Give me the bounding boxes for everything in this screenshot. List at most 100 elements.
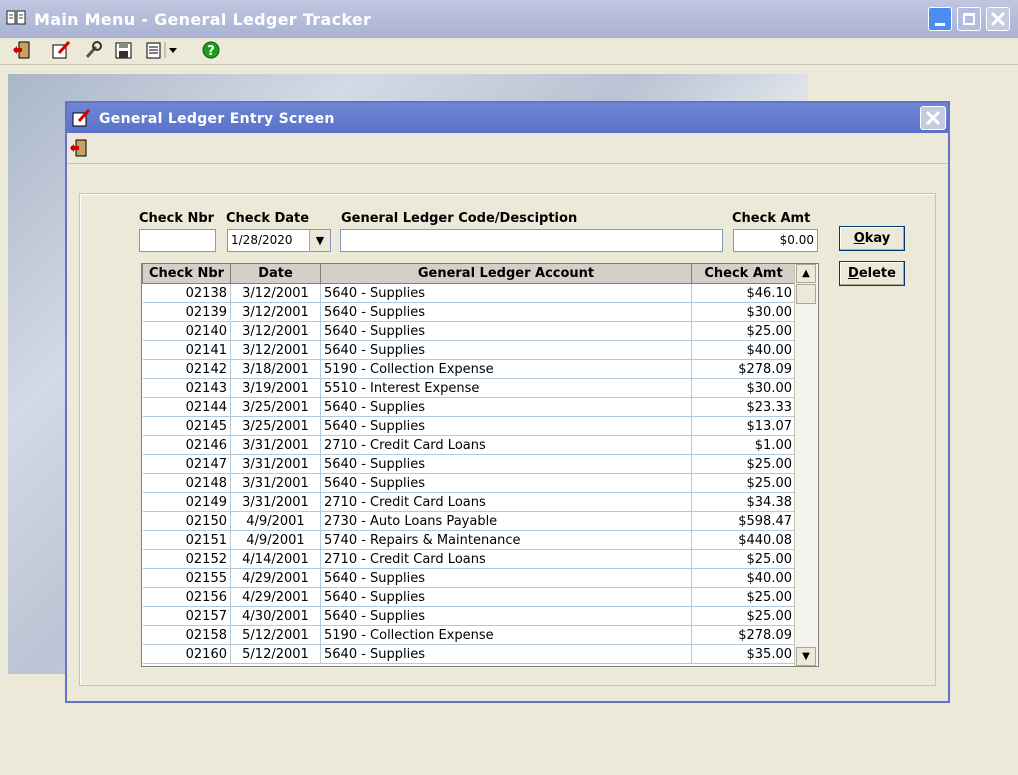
table-row[interactable]: 02140 3/12/2001 5640 - Supplies $25.00 bbox=[142, 321, 796, 341]
table-row[interactable]: 02156 4/29/2001 5640 - Supplies $25.00 bbox=[142, 587, 796, 607]
table-cell: 5/12/2001 bbox=[230, 625, 321, 645]
ledger-book-icon bbox=[6, 10, 26, 25]
table-cell: 5/12/2001 bbox=[230, 644, 321, 664]
table-cell: 02148 bbox=[142, 473, 231, 493]
table-row[interactable]: 02143 3/19/2001 5510 - Interest Expense $30… bbox=[142, 378, 796, 398]
okay-mnemonic: O bbox=[853, 231, 865, 246]
table-cell: 5640 - Supplies bbox=[320, 587, 692, 607]
column-header-check-amt[interactable]: Check Amt bbox=[691, 264, 796, 284]
delete-button[interactable]: Delete bbox=[839, 261, 905, 286]
table-cell: 02151 bbox=[142, 530, 231, 550]
table-cell: 5640 - Supplies bbox=[320, 397, 692, 417]
column-header-check-nbr[interactable]: Check Nbr bbox=[142, 264, 231, 284]
table-cell: 5640 - Supplies bbox=[320, 454, 692, 474]
table-cell: $598.47 bbox=[691, 511, 796, 531]
table-row[interactable]: 02141 3/12/2001 5640 - Supplies $40.00 bbox=[142, 340, 796, 360]
table-row[interactable]: 02148 3/31/2001 5640 - Supplies $25.00 bbox=[142, 473, 796, 493]
table-row[interactable]: 02160 5/12/2001 5640 - Supplies $35.00 bbox=[142, 644, 796, 664]
table-row[interactable]: 02145 3/25/2001 5640 - Supplies $13.07 bbox=[142, 416, 796, 436]
table-cell: $25.00 bbox=[691, 454, 796, 474]
edit-entry-icon bbox=[52, 40, 71, 59]
table-row[interactable]: 02138 3/12/2001 5640 - Supplies $46.10 bbox=[142, 283, 796, 303]
table-row[interactable]: 02139 3/12/2001 5640 - Supplies $30.00 bbox=[142, 302, 796, 322]
table-cell: $278.09 bbox=[691, 359, 796, 379]
report-icon bbox=[146, 42, 177, 59]
scroll-down-button[interactable]: ▼ bbox=[796, 647, 816, 666]
table-cell: 5190 - Collection Expense bbox=[320, 359, 692, 379]
okay-button[interactable]: Okay bbox=[839, 226, 905, 251]
table-cell: 02155 bbox=[142, 568, 231, 588]
table-cell: 02152 bbox=[142, 549, 231, 569]
help-icon: ? bbox=[202, 41, 220, 59]
exit-door-icon bbox=[70, 139, 87, 157]
table-cell: $25.00 bbox=[691, 549, 796, 569]
save-button[interactable] bbox=[113, 40, 135, 60]
exit-door-icon bbox=[13, 41, 30, 59]
tools-button[interactable] bbox=[82, 40, 104, 60]
table-cell: 3/25/2001 bbox=[230, 416, 321, 436]
vertical-scrollbar[interactable]: ▲ ▼ bbox=[794, 264, 818, 666]
table-cell: 02157 bbox=[142, 606, 231, 626]
table-cell: 3/31/2001 bbox=[230, 435, 321, 455]
check-date-combo[interactable]: 1/28/2020 ▼ bbox=[227, 229, 331, 252]
table-row[interactable]: 02152 4/14/2001 2710 - Credit Card Loans $2… bbox=[142, 549, 796, 569]
table-cell: 3/18/2001 bbox=[230, 359, 321, 379]
edit-entry-button[interactable] bbox=[50, 40, 72, 60]
check-amt-input[interactable]: $0.00 bbox=[733, 229, 818, 252]
gl-code-input[interactable] bbox=[340, 229, 723, 252]
table-cell: $278.09 bbox=[691, 625, 796, 645]
report-dropdown-button[interactable] bbox=[144, 40, 182, 60]
table-cell: 2710 - Credit Card Loans bbox=[320, 549, 692, 569]
table-cell: 5640 - Supplies bbox=[320, 283, 692, 303]
table-cell: 2710 - Credit Card Loans bbox=[320, 492, 692, 512]
table-cell: 3/31/2001 bbox=[230, 454, 321, 474]
table-cell: $35.00 bbox=[691, 644, 796, 664]
minimize-button[interactable] bbox=[928, 7, 952, 31]
okay-label-rest: kay bbox=[864, 231, 891, 246]
table-row[interactable]: 02146 3/31/2001 2710 - Credit Card Loans $1… bbox=[142, 435, 796, 455]
scroll-up-button[interactable]: ▲ bbox=[796, 264, 816, 283]
table-row[interactable]: 02158 5/12/2001 5190 - Collection Expense $… bbox=[142, 625, 796, 645]
dialog-close-button[interactable] bbox=[920, 106, 946, 130]
column-header-gl-account[interactable]: General Ledger Account bbox=[320, 264, 692, 284]
column-header-date[interactable]: Date bbox=[230, 264, 321, 284]
table-row[interactable]: 02150 4/9/2001 2730 - Auto Loans Payable $5… bbox=[142, 511, 796, 531]
check-date-dropdown-button[interactable]: ▼ bbox=[309, 230, 330, 251]
scroll-thumb[interactable] bbox=[796, 284, 816, 304]
help-button[interactable]: ? bbox=[200, 40, 222, 60]
table-cell: 2710 - Credit Card Loans bbox=[320, 435, 692, 455]
chevron-down-icon: ▼ bbox=[315, 234, 325, 247]
table-row[interactable]: 02144 3/25/2001 5640 - Supplies $23.33 bbox=[142, 397, 796, 417]
table-cell: 02139 bbox=[142, 302, 231, 322]
delete-label-rest: elete bbox=[858, 266, 896, 281]
table-cell: $40.00 bbox=[691, 568, 796, 588]
table-cell: 02142 bbox=[142, 359, 231, 379]
table-cell: $40.00 bbox=[691, 340, 796, 360]
table-cell: 02149 bbox=[142, 492, 231, 512]
table-row[interactable]: 02142 3/18/2001 5190 - Collection Expense $… bbox=[142, 359, 796, 379]
table-row[interactable]: 02157 4/30/2001 5640 - Supplies $25.00 bbox=[142, 606, 796, 626]
check-amt-label: Check Amt bbox=[732, 211, 811, 226]
exit-button[interactable] bbox=[12, 40, 34, 60]
minimize-icon bbox=[935, 23, 945, 26]
close-button[interactable] bbox=[986, 7, 1010, 31]
table-row[interactable]: 02147 3/31/2001 5640 - Supplies $25.00 bbox=[142, 454, 796, 474]
table-cell: 02156 bbox=[142, 587, 231, 607]
ledger-grid[interactable]: Check Nbr Date General Ledger Account Ch… bbox=[141, 263, 819, 667]
table-cell: 02147 bbox=[142, 454, 231, 474]
close-icon bbox=[925, 110, 941, 126]
table-cell: 02158 bbox=[142, 625, 231, 645]
maximize-icon bbox=[963, 13, 975, 25]
table-cell: $25.00 bbox=[691, 321, 796, 341]
table-row[interactable]: 02151 4/9/2001 5740 - Repairs & Maintenanc… bbox=[142, 530, 796, 550]
table-row[interactable]: 02155 4/29/2001 5640 - Supplies $40.00 bbox=[142, 568, 796, 588]
table-cell: 02150 bbox=[142, 511, 231, 531]
check-nbr-input[interactable] bbox=[139, 229, 216, 252]
table-cell: 02146 bbox=[142, 435, 231, 455]
table-cell: 3/31/2001 bbox=[230, 473, 321, 493]
maximize-button[interactable] bbox=[957, 7, 981, 31]
table-row[interactable]: 02149 3/31/2001 2710 - Credit Card Loans $3… bbox=[142, 492, 796, 512]
table-cell: 3/12/2001 bbox=[230, 340, 321, 360]
table-cell: 5190 - Collection Expense bbox=[320, 625, 692, 645]
dialog-exit-button[interactable] bbox=[69, 138, 91, 158]
